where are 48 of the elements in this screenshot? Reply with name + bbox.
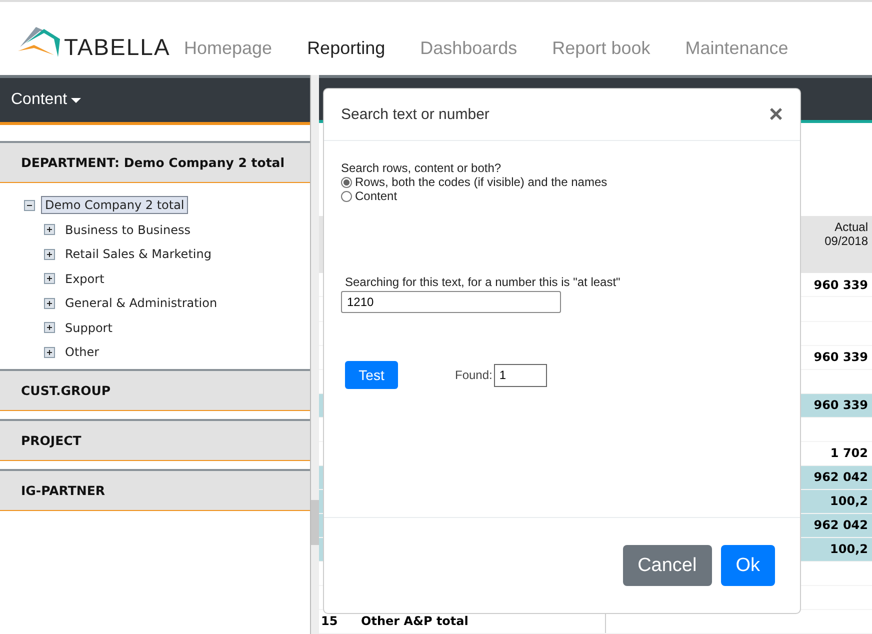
close-button[interactable]: × [768,100,783,128]
table-cell: 1 702 [830,446,868,460]
scrollbar-thumb[interactable] [311,500,319,545]
section-header[interactable]: CUST.GROUP [0,368,310,410]
cancel-button[interactable]: Cancel [622,545,712,586]
table-cell: 100,2 [830,494,868,508]
found-field[interactable]: 1 [494,364,548,386]
expand-icon[interactable] [44,224,55,236]
field-label: Searching for this text, for a number this is "at least" [344,275,622,289]
table-cell: 100,2 [830,542,868,556]
section-header[interactable]: PROJECT [0,418,310,460]
tree-item[interactable]: Retail Sales & Marketing [61,245,216,264]
column-header: Actual 09/2018 [824,218,869,250]
tree-item[interactable]: Demo Company 2 total [41,196,188,214]
ok-button[interactable]: Ok [720,545,775,586]
collapse-icon[interactable] [24,200,35,211]
table-cell: 15 [321,614,338,628]
expand-icon[interactable] [44,273,55,284]
table-cell: 960 339 [814,278,868,292]
table-cell: 960 339 [814,350,868,364]
expand-icon[interactable] [44,322,55,334]
nav-link[interactable]: Reporting [307,38,386,59]
option-label: Content [355,189,398,203]
search-field[interactable]: 1210 [341,291,561,313]
table-cell: 962 042 [814,518,868,532]
option-label: Rows, both the codes (if visible) and the names [355,175,608,189]
tree-item[interactable]: Export [61,270,108,288]
table-cell: Other A&P total [361,614,468,628]
caret-icon [71,98,82,102]
tree-item[interactable]: Other [61,343,104,362]
tree-item[interactable]: General & Administration [61,294,222,312]
content-menu-button[interactable]: Content [0,91,92,109]
table-cell: 962 042 [814,470,868,484]
logo-text: TABELLA [64,36,170,58]
tree-item[interactable]: Support [61,318,116,337]
radio-button[interactable] [341,190,352,202]
field-label: Found: [455,368,492,382]
question-label: Search rows, content or both? [341,161,502,175]
test-button[interactable]: Test [345,361,398,389]
section-header[interactable]: DEPARTMENT: Demo Company 2 total [0,141,310,183]
table-cell: 960 339 [814,398,868,412]
tree-item[interactable]: Business to Business [61,220,195,239]
expand-icon[interactable] [44,248,55,260]
expand-icon[interactable] [44,346,55,358]
section-header[interactable]: IG-PARTNER [0,468,310,510]
expand-icon[interactable] [44,298,55,309]
dialog-title: Search text or number [341,106,490,123]
radio-button[interactable] [341,176,352,188]
